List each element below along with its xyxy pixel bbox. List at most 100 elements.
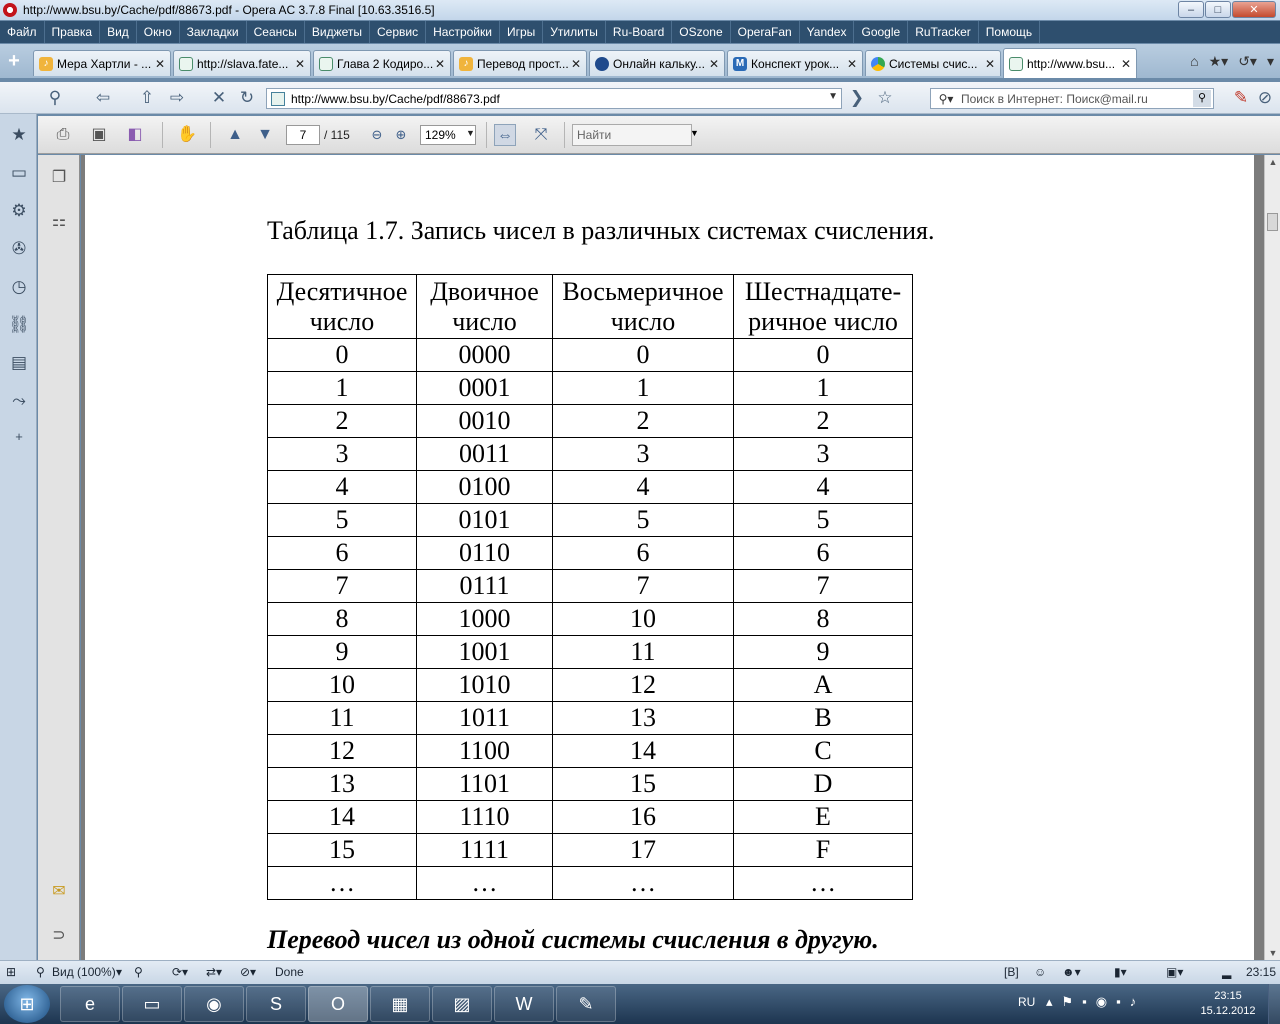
- zoom-in-icon[interactable]: ⊕: [390, 124, 412, 146]
- download-icon[interactable]: ▂: [1222, 965, 1231, 979]
- gear-icon[interactable]: ⚙: [8, 200, 30, 222]
- menu-games[interactable]: Игры: [500, 21, 544, 43]
- menu-google[interactable]: Google: [854, 21, 909, 43]
- share-icon[interactable]: ◧: [124, 124, 146, 146]
- notes-icon[interactable]: ▤: [8, 352, 30, 374]
- chevron-down-icon[interactable]: ▼: [690, 128, 699, 138]
- up-icon[interactable]: ⇧: [136, 88, 158, 108]
- minimize-button[interactable]: –: [1178, 1, 1204, 18]
- menu-rutracker[interactable]: RuTracker: [908, 21, 979, 43]
- sync-icon[interactable]: ⟳▾: [172, 965, 188, 979]
- menu-sessions[interactable]: Сеансы: [247, 21, 305, 43]
- explorer-icon[interactable]: ▭: [122, 986, 182, 1022]
- forward-icon[interactable]: ⇨: [166, 88, 188, 108]
- menu-settings[interactable]: Настройки: [426, 21, 500, 43]
- skype-icon[interactable]: S: [246, 986, 306, 1022]
- transfers-icon[interactable]: ⤳: [8, 390, 30, 412]
- screen-icon[interactable]: ▣▾: [1166, 965, 1183, 979]
- smiley-icon[interactable]: ☺: [1034, 965, 1046, 979]
- tab-2[interactable]: http://slava.fate... ✕: [173, 50, 311, 76]
- menu-utilities[interactable]: Утилиты: [543, 21, 606, 43]
- tab-close-icon[interactable]: ✕: [153, 57, 167, 71]
- page-number-input[interactable]: 7: [286, 125, 320, 145]
- maximize-button[interactable]: □: [1205, 1, 1231, 18]
- zoom-view-icon[interactable]: ⚲: [36, 965, 45, 979]
- block-icon[interactable]: ⊘: [1254, 88, 1276, 108]
- b-indicator[interactable]: [B]: [1004, 965, 1019, 979]
- ie-icon[interactable]: e: [60, 986, 120, 1022]
- tab-7[interactable]: Системы счис... ✕: [865, 50, 1001, 76]
- tray-icons[interactable]: ▴⚑▪◉▪♪: [1046, 994, 1145, 1010]
- chevron-down-icon[interactable]: ▼: [466, 128, 475, 138]
- pin-icon[interactable]: ⚲: [44, 88, 66, 108]
- show-desktop-button[interactable]: [1268, 984, 1280, 1024]
- tab-close-icon[interactable]: ✕: [569, 57, 583, 71]
- print-icon[interactable]: ⎙: [52, 124, 74, 146]
- system-clock[interactable]: 23:15 15.12.2012: [1196, 989, 1260, 1019]
- tab-close-icon[interactable]: ✕: [433, 57, 447, 71]
- comments-icon[interactable]: ✉: [48, 881, 70, 903]
- tab-6[interactable]: M Конспект урок... ✕: [727, 50, 863, 76]
- feeds-icon[interactable]: ✇: [8, 238, 30, 260]
- bookmark-star-icon[interactable]: ☆: [874, 88, 896, 108]
- tab-close-icon[interactable]: ✕: [293, 57, 307, 71]
- tab-close-icon[interactable]: ✕: [707, 57, 721, 71]
- scroll-up-icon[interactable]: ▲: [1265, 157, 1280, 167]
- paperclip-icon[interactable]: ⊃: [48, 925, 70, 947]
- bookmarks-star-icon[interactable]: ★: [8, 124, 30, 146]
- language-indicator[interactable]: RU: [1018, 995, 1035, 1009]
- picture-viewer-icon[interactable]: ▨: [432, 986, 492, 1022]
- chevron-down-icon[interactable]: ▼: [828, 91, 838, 102]
- stop-icon[interactable]: ⊘▾: [240, 965, 256, 979]
- tab-5[interactable]: Онлайн кальку... ✕: [589, 50, 725, 76]
- next-page-icon[interactable]: ▼: [254, 124, 276, 146]
- url-field[interactable]: http://www.bsu.by/Cache/pdf/88673.pdf ▼: [266, 88, 842, 109]
- traffic-icon[interactable]: ▮▾: [1114, 965, 1127, 979]
- attachments-panel-icon[interactable]: ⚏: [48, 211, 70, 233]
- pushpin-icon[interactable]: ✎: [1230, 88, 1252, 108]
- add-panel-icon[interactable]: +: [8, 426, 30, 448]
- menu-bookmarks[interactable]: Закладки: [180, 21, 247, 43]
- pages-icon[interactable]: ❐: [48, 167, 70, 189]
- save-icon[interactable]: ▣: [88, 124, 110, 146]
- menu-oszone[interactable]: OSzone: [672, 21, 731, 43]
- menu-widgets[interactable]: Виджеты: [305, 21, 371, 43]
- menu-file[interactable]: Файл: [0, 21, 45, 43]
- network-icon[interactable]: ⇄▾: [206, 965, 222, 979]
- acrobat-icon[interactable]: ✎: [556, 986, 616, 1022]
- tab-close-icon[interactable]: ✕: [845, 57, 859, 71]
- opera-icon[interactable]: O: [308, 986, 368, 1022]
- fit-width-icon[interactable]: ⇔: [494, 124, 516, 146]
- winrar-icon[interactable]: ▦: [370, 986, 430, 1022]
- stop-icon[interactable]: ✕: [208, 88, 230, 108]
- menu-operafan[interactable]: OperaFan: [731, 21, 800, 43]
- hand-icon[interactable]: ✋: [176, 124, 198, 146]
- view-zoom-label[interactable]: Вид (100%): [52, 965, 116, 979]
- scroll-down-icon[interactable]: ▼: [1265, 948, 1280, 958]
- menu-yandex[interactable]: Yandex: [800, 21, 855, 43]
- menu-edit[interactable]: Правка: [45, 21, 101, 43]
- star-menu-icon[interactable]: ★▾: [1209, 53, 1229, 70]
- tab-1[interactable]: ♪ Мера Хартли - ... ✕: [33, 50, 171, 76]
- trash-icon[interactable]: ⌂: [1190, 53, 1198, 70]
- tab-close-icon[interactable]: ✕: [1119, 57, 1133, 71]
- menu-service[interactable]: Сервис: [370, 21, 427, 43]
- mood-menu-icon[interactable]: ☻▾: [1062, 965, 1081, 979]
- vertical-scrollbar[interactable]: ▲ ▼: [1264, 155, 1280, 960]
- tab-8-active[interactable]: http://www.bsu... ✕: [1003, 48, 1137, 78]
- tab-menu-icon[interactable]: ▾: [1267, 53, 1274, 70]
- tab-3[interactable]: Глава 2 Кодиро... ✕: [313, 50, 451, 76]
- tab-4[interactable]: ♪ Перевод прост... ✕: [453, 50, 587, 76]
- undo-icon[interactable]: ↺▾: [1238, 53, 1257, 70]
- link-icon[interactable]: ⛓: [8, 314, 30, 336]
- scroll-thumb[interactable]: [1267, 213, 1278, 231]
- tab-close-icon[interactable]: ✕: [983, 57, 997, 71]
- find-input[interactable]: Найти: [572, 124, 692, 146]
- menu-help[interactable]: Помощь: [979, 21, 1041, 43]
- windows-icon[interactable]: ▭: [8, 162, 30, 184]
- fit-page-icon[interactable]: ⤧: [530, 124, 552, 146]
- panel-toggle-icon[interactable]: ⊞: [6, 965, 16, 979]
- reload-icon[interactable]: ↻: [236, 88, 258, 108]
- firefox-icon[interactable]: ◉: [184, 986, 244, 1022]
- go-icon[interactable]: ❯: [846, 88, 868, 108]
